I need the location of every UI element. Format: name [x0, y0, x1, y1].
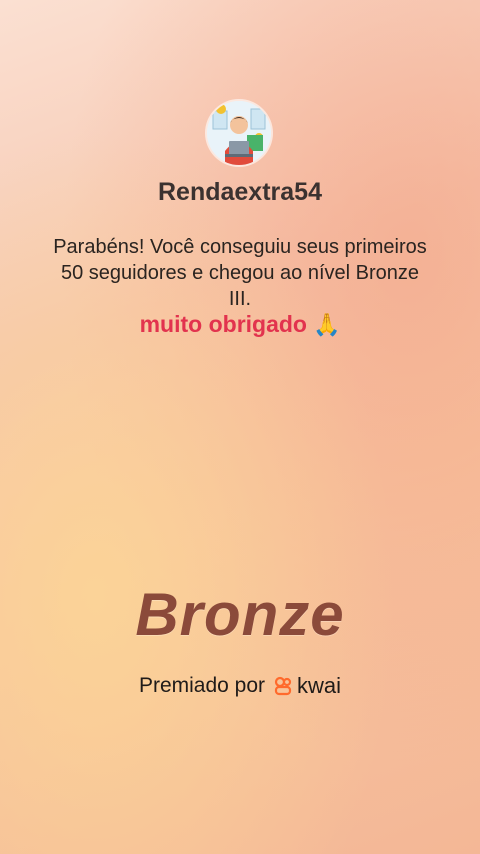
awarded-by-label: Premiado por — [138, 674, 266, 697]
thanks-text: muito obrigado 🙏 — [0, 311, 480, 338]
achievement-message: Parabéns! Você conseguiu seus primeiros … — [53, 236, 427, 310]
kwai-brand: kwai — [273, 673, 341, 699]
thanks-label: muito obrigado — [139, 311, 307, 337]
kwai-brand-name: kwai — [297, 673, 342, 698]
avatar-illustration — [207, 101, 271, 165]
pray-emoji: 🙏 — [312, 312, 341, 337]
avatar — [207, 101, 271, 165]
username: Rendaextra54 — [158, 178, 322, 206]
kwai-logo-icon — [274, 676, 292, 696]
level-title: Bronze — [135, 581, 345, 648]
awarded-by: Premiado por kwai — [0, 673, 480, 699]
